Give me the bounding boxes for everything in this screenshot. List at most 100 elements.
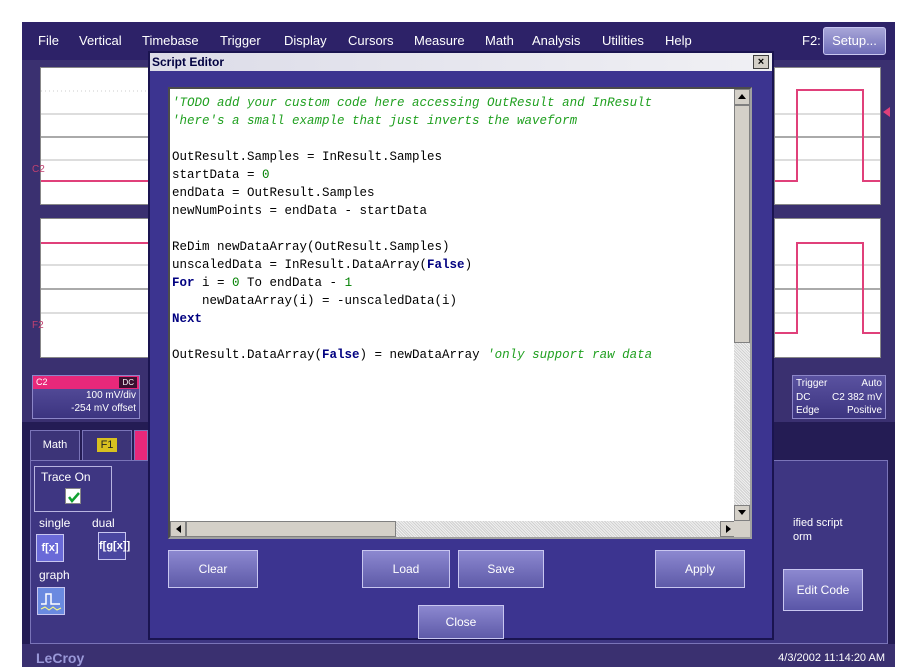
scroll-down-button[interactable] xyxy=(734,505,750,521)
code-token-number: 1 xyxy=(344,276,353,290)
trigger-title: Trigger xyxy=(796,378,828,389)
code-line: endData = OutResult.Samples xyxy=(172,184,736,202)
menu-cursors[interactable]: Cursors xyxy=(348,33,394,49)
code-editor[interactable]: 'TODO add your custom code here accessin… xyxy=(168,87,752,539)
arrow-up-icon xyxy=(738,94,746,99)
code-token-comment: 'TODO add your custom code here accessin… xyxy=(172,96,653,110)
code-token-plain: To endData - xyxy=(239,276,345,290)
code-token-number: 0 xyxy=(262,168,270,182)
status-timestamp: 4/3/2002 11:14:20 AM xyxy=(778,652,885,664)
waveform-f2-left xyxy=(41,242,149,334)
trace-on-checkbox[interactable] xyxy=(65,488,81,504)
code-token-plain: i = xyxy=(194,276,233,290)
waveform-grid-c2-right xyxy=(774,67,881,205)
apply-button[interactable]: Apply xyxy=(655,550,745,588)
edit-code-button[interactable]: Edit Code xyxy=(783,569,863,611)
dialog-close-button[interactable]: × xyxy=(753,55,769,69)
code-token-keyword: Next xyxy=(172,312,203,326)
code-token-keyword: For xyxy=(172,276,195,290)
single-function-button[interactable]: f[x] xyxy=(36,534,64,562)
horizontal-scroll-thumb[interactable] xyxy=(186,521,396,537)
arrow-left-icon xyxy=(176,525,181,533)
channel-label-c2: C2 xyxy=(32,164,45,175)
code-line: startData = 0 xyxy=(172,166,736,184)
code-token-plain: startData = xyxy=(172,168,263,182)
close-button[interactable]: Close xyxy=(418,605,504,639)
code-token-plain: newNumPoints = endData - startData xyxy=(172,204,428,218)
scrollbar-corner xyxy=(734,521,750,537)
menu-trigger[interactable]: Trigger xyxy=(220,33,261,49)
code-line: For i = 0 To endData - 1 xyxy=(172,274,736,292)
c2-volts-per-div: 100 mV/div xyxy=(85,390,136,401)
menu-math[interactable]: Math xyxy=(485,33,514,49)
menu-timebase[interactable]: Timebase xyxy=(142,33,199,49)
code-token-comment: 'here's a small example that just invert… xyxy=(172,114,578,128)
horizontal-scrollbar[interactable] xyxy=(170,521,736,537)
code-token-number: 0 xyxy=(232,276,240,290)
code-line: ReDim newDataArray(OutResult.Samples) xyxy=(172,238,736,256)
script-editor-dialog: Script Editor × 'TODO add your custom co… xyxy=(148,51,774,640)
menu-help[interactable]: Help xyxy=(665,33,692,49)
code-token-plain: endData = OutResult.Samples xyxy=(172,186,375,200)
menu-analysis[interactable]: Analysis xyxy=(532,33,580,49)
dual-function-button[interactable]: f[g[x]] xyxy=(98,532,130,560)
code-line: unscaledData = InResult.DataArray(False) xyxy=(172,256,736,274)
code-token-comment: 'only support raw data xyxy=(487,348,653,362)
tab-f1[interactable]: F1 xyxy=(82,430,132,460)
trigger-descriptor-box[interactable]: Trigger Auto DC C2 382 mV Edge Positive xyxy=(792,375,886,419)
menu-file[interactable]: File xyxy=(38,33,59,49)
c2-descriptor-name: C2 xyxy=(36,377,48,387)
code-line: Next xyxy=(172,310,736,328)
dialog-title-bar[interactable]: Script Editor × xyxy=(150,53,772,71)
menu-utilities[interactable]: Utilities xyxy=(602,33,644,49)
single-label: single xyxy=(39,516,71,530)
script-description-line-2: orm xyxy=(793,531,812,543)
save-button[interactable]: Save xyxy=(458,550,544,588)
waveform-grid-c2-left xyxy=(40,67,150,205)
code-token-plain: ReDim newDataArray(OutResult.Samples) xyxy=(172,240,450,254)
vertical-scrollbar[interactable] xyxy=(734,89,750,521)
code-token-plain: ) = newDataArray xyxy=(359,348,488,362)
c2-descriptor-box[interactable]: C2 DC 100 mV/div -254 mV offset xyxy=(32,375,140,419)
waveform-c2-left xyxy=(41,90,149,182)
c2-descriptor-header: C2 DC xyxy=(33,376,139,389)
code-token-keyword: False xyxy=(322,348,360,362)
code-line: 'TODO add your custom code here accessin… xyxy=(172,94,736,112)
waveform-grid-f2-left xyxy=(40,218,150,358)
trace-on-toggle[interactable]: Trace On xyxy=(34,466,112,512)
waveform-c2-right xyxy=(775,89,880,182)
trigger-level: C2 382 mV xyxy=(831,392,882,403)
code-token-plain: OutResult.DataArray( xyxy=(172,348,323,362)
clear-button[interactable]: Clear xyxy=(168,550,258,588)
code-line: OutResult.DataArray(False) = newDataArra… xyxy=(172,346,736,364)
menu-measure[interactable]: Measure xyxy=(414,33,465,49)
arrow-down-icon xyxy=(738,510,746,515)
scroll-up-button[interactable] xyxy=(734,89,750,105)
scroll-left-button[interactable] xyxy=(170,521,186,537)
code-token-plain: ) xyxy=(464,258,473,272)
trigger-mode: Auto xyxy=(861,378,882,389)
load-button[interactable]: Load xyxy=(362,550,450,588)
menu-vertical[interactable]: Vertical xyxy=(79,33,122,49)
vertical-scroll-thumb[interactable] xyxy=(734,105,750,343)
dual-label: dual xyxy=(92,516,115,530)
arrow-right-icon xyxy=(726,525,731,533)
graph-icon xyxy=(40,593,62,611)
script-description: ified script orm xyxy=(793,516,843,544)
c2-offset: -254 mV offset xyxy=(71,403,136,414)
script-description-line-1: ified script xyxy=(793,517,843,529)
tab-f2[interactable] xyxy=(134,430,148,460)
tab-math[interactable]: Math xyxy=(30,430,80,460)
channel-label-f2: F2 xyxy=(32,320,44,331)
code-text[interactable]: 'TODO add your custom code here accessin… xyxy=(172,91,736,521)
coupling-badge: DC xyxy=(119,377,137,388)
setup-button[interactable]: Setup... xyxy=(823,27,886,55)
graph-function-button[interactable] xyxy=(37,587,65,615)
menu-display[interactable]: Display xyxy=(284,33,327,49)
lecroy-logo: LeCroy xyxy=(36,650,85,666)
code-token-plain: unscaledData = InResult.DataArray( xyxy=(172,258,428,272)
checkmark-icon xyxy=(68,492,80,503)
